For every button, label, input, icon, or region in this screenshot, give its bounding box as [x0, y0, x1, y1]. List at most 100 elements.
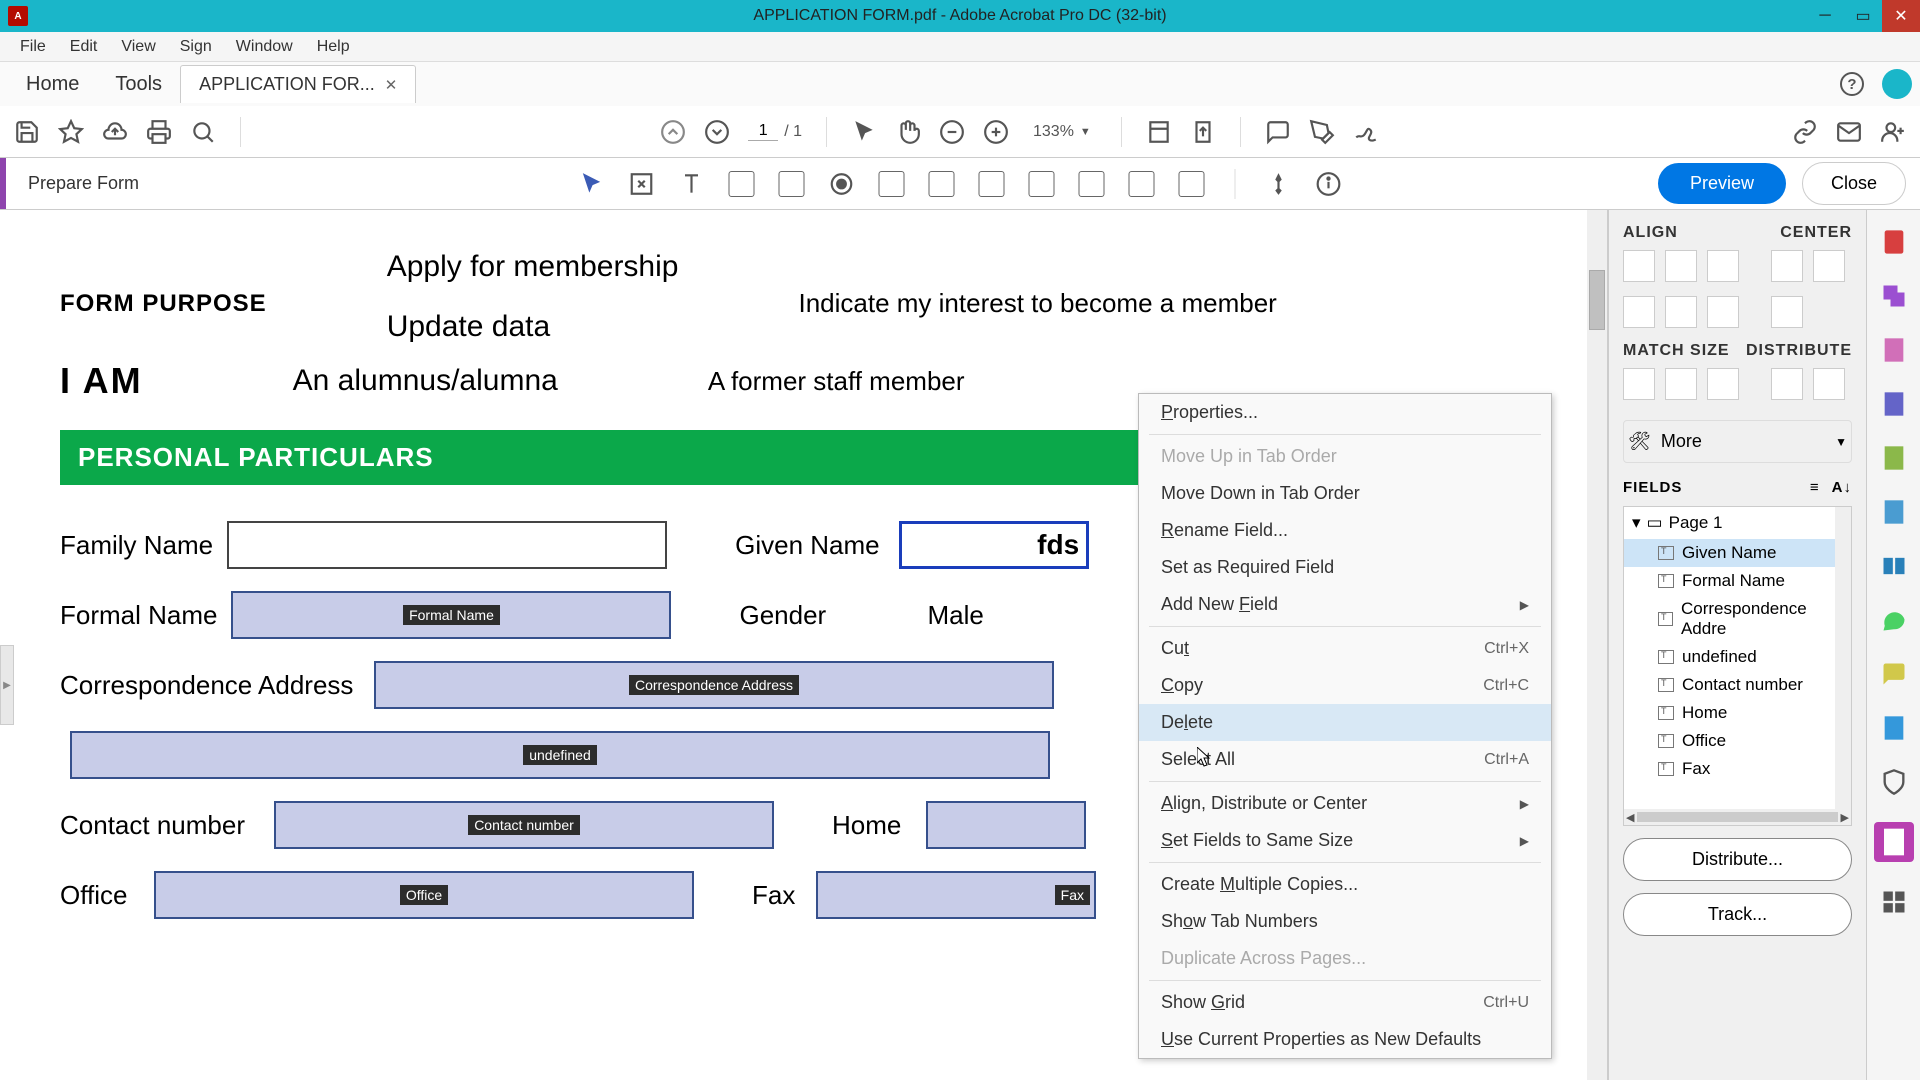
menu-sign[interactable]: Sign: [170, 34, 222, 60]
tree-item-office[interactable]: Office: [1624, 727, 1851, 755]
selection-tool-icon[interactable]: [851, 119, 877, 145]
center-v-icon[interactable]: [1813, 250, 1845, 282]
zoom-level[interactable]: 133%▼: [1027, 123, 1097, 141]
fill-sign-icon[interactable]: [1880, 444, 1908, 472]
preview-button[interactable]: Preview: [1658, 163, 1786, 204]
scrollbar-thumb[interactable]: [1589, 270, 1605, 330]
radio-tool-icon[interactable]: [829, 171, 855, 197]
tree-item-fax[interactable]: Fax: [1624, 755, 1851, 783]
highlight-icon[interactable]: [1309, 119, 1335, 145]
export-icon[interactable]: [1880, 498, 1908, 526]
text-field-icon[interactable]: [679, 171, 705, 197]
align-right-icon[interactable]: [1707, 250, 1739, 282]
cm-move-down[interactable]: Move Down in Tab Order: [1139, 475, 1551, 512]
checkbox-tool-icon[interactable]: [779, 171, 805, 197]
center-both-icon[interactable]: [1771, 296, 1803, 328]
fax-field[interactable]: Fax: [816, 871, 1096, 919]
more-tools-icon[interactable]: [1880, 888, 1908, 916]
cm-copy[interactable]: CopyCtrl+C: [1139, 667, 1551, 704]
tab-order-icon[interactable]: A↓: [1832, 479, 1852, 496]
sign-icon[interactable]: [1353, 119, 1379, 145]
protect-icon[interactable]: [1880, 768, 1908, 796]
save-icon[interactable]: [14, 119, 40, 145]
star-icon[interactable]: [58, 119, 84, 145]
share-user-icon[interactable]: [1880, 119, 1906, 145]
more-dropdown[interactable]: 🛠More ▼: [1623, 420, 1852, 463]
tab-document[interactable]: APPLICATION FOR... ✕: [180, 65, 416, 103]
image-field-icon[interactable]: [1029, 171, 1055, 197]
match-width-icon[interactable]: [1623, 368, 1655, 400]
select-tool-icon[interactable]: [579, 171, 605, 197]
cm-align[interactable]: Align, Distribute or Center▶: [1139, 785, 1551, 822]
list-tool-icon[interactable]: [879, 171, 905, 197]
cm-show-tab-numbers[interactable]: Show Tab Numbers: [1139, 903, 1551, 940]
date-field-icon[interactable]: [1079, 171, 1105, 197]
formal-name-field[interactable]: Formal Name: [231, 591, 671, 639]
match-height-icon[interactable]: [1665, 368, 1697, 400]
tab-tools[interactable]: Tools: [97, 65, 180, 104]
cm-cut[interactable]: CutCtrl+X: [1139, 630, 1551, 667]
distribute-button[interactable]: Distribute...: [1623, 838, 1852, 881]
cm-use-current-props[interactable]: Use Current Properties as New Defaults: [1139, 1021, 1551, 1058]
cm-set-required[interactable]: Set as Required Field: [1139, 549, 1551, 586]
zoom-in-icon[interactable]: [983, 119, 1009, 145]
info-icon[interactable]: [1316, 171, 1342, 197]
email-icon[interactable]: [1836, 119, 1862, 145]
menu-file[interactable]: File: [10, 34, 56, 60]
comment-icon[interactable]: [1265, 119, 1291, 145]
zoom-out-icon[interactable]: [939, 119, 965, 145]
left-expand-handle[interactable]: ▶: [0, 645, 14, 725]
track-button[interactable]: Track...: [1623, 893, 1852, 936]
tree-item-formal-name[interactable]: Formal Name: [1624, 567, 1851, 595]
menu-window[interactable]: Window: [226, 34, 303, 60]
tree-page-1[interactable]: ▾▭Page 1: [1624, 507, 1851, 539]
align-center-h-icon[interactable]: [1665, 250, 1697, 282]
tree-scrollbar-v[interactable]: [1835, 507, 1851, 825]
cm-select-all[interactable]: Select AllCtrl+A: [1139, 741, 1551, 778]
tree-item-undefined[interactable]: undefined: [1624, 643, 1851, 671]
comments-icon[interactable]: [1880, 660, 1908, 688]
distribute-h-icon[interactable]: [1771, 368, 1803, 400]
cm-properties[interactable]: Properties...: [1139, 394, 1551, 431]
signature-tool-icon[interactable]: [1129, 171, 1155, 197]
align-top-icon[interactable]: [1623, 296, 1655, 328]
match-both-icon[interactable]: [1707, 368, 1739, 400]
close-window-button[interactable]: ✕: [1882, 0, 1920, 32]
page-down-icon[interactable]: [704, 119, 730, 145]
distribute-v-icon[interactable]: [1813, 368, 1845, 400]
align-middle-icon[interactable]: [1665, 296, 1697, 328]
tree-item-given-name[interactable]: Given Name: [1624, 539, 1851, 567]
tree-item-correspondence[interactable]: Correspondence Addre: [1624, 595, 1851, 643]
barcode-tool-icon[interactable]: [1179, 171, 1205, 197]
tab-close-icon[interactable]: ✕: [385, 76, 398, 94]
undefined-field[interactable]: undefined: [70, 731, 1050, 779]
maximize-button[interactable]: ▭: [1844, 0, 1882, 32]
tree-scrollbar-h[interactable]: ◀▶: [1624, 809, 1851, 825]
tab-home[interactable]: Home: [8, 65, 97, 104]
menu-help[interactable]: Help: [307, 34, 360, 60]
create-pdf-icon[interactable]: [1880, 228, 1908, 256]
fields-tree[interactable]: ▾▭Page 1 Given Name Formal Name Correspo…: [1623, 506, 1852, 826]
avatar[interactable]: [1882, 69, 1912, 99]
edit-pdf-icon[interactable]: [1880, 336, 1908, 364]
cm-rename[interactable]: Rename Field...: [1139, 512, 1551, 549]
page-up-icon[interactable]: [660, 119, 686, 145]
family-name-field[interactable]: [227, 521, 667, 569]
document-scrollbar[interactable]: [1587, 210, 1607, 1080]
menu-edit[interactable]: Edit: [60, 34, 108, 60]
organize-icon[interactable]: [1880, 552, 1908, 580]
contact-field[interactable]: Contact number: [274, 801, 774, 849]
send-comments-icon[interactable]: [1880, 606, 1908, 634]
search-icon[interactable]: [190, 119, 216, 145]
correspondence-field[interactable]: Correspondence Address: [374, 661, 1054, 709]
sort-icon[interactable]: ≡: [1810, 479, 1820, 496]
fit-page-icon[interactable]: [1190, 119, 1216, 145]
edit-text-icon[interactable]: [629, 171, 655, 197]
help-icon[interactable]: ?: [1840, 72, 1864, 96]
minimize-button[interactable]: ─: [1806, 0, 1844, 32]
menu-view[interactable]: View: [111, 34, 165, 60]
office-field[interactable]: Office: [154, 871, 694, 919]
scan-icon[interactable]: [1880, 714, 1908, 742]
fit-width-icon[interactable]: [1146, 119, 1172, 145]
cm-add-new-field[interactable]: Add New Field▶: [1139, 586, 1551, 623]
